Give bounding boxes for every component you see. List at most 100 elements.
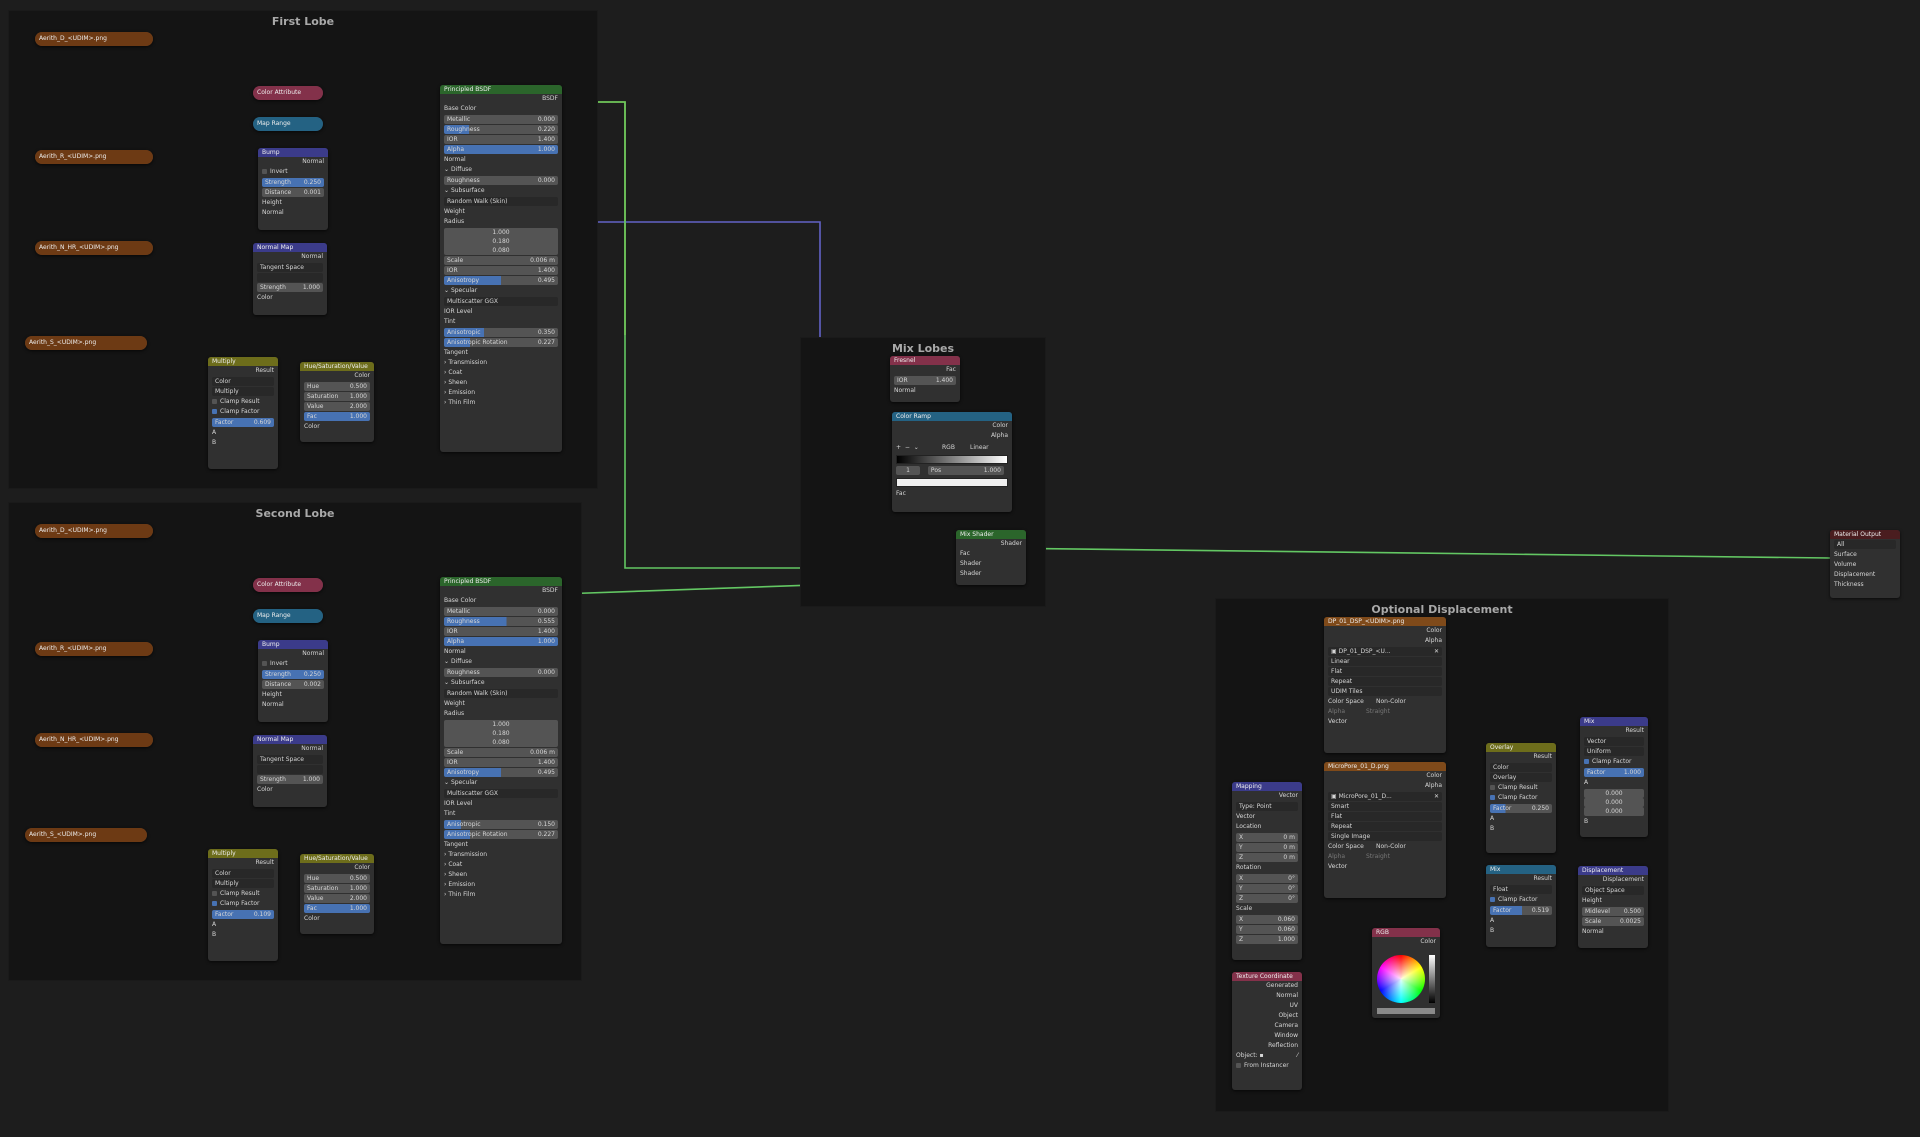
map-range-node[interactable]: Map Range — [253, 117, 323, 131]
clamp-result-checkbox[interactable]: Clamp Result — [208, 889, 278, 899]
displacement-node[interactable]: Displacement Displacement Object Space H… — [1578, 866, 1648, 948]
radius-x-field[interactable]: 1.000 — [444, 720, 558, 729]
ior-field[interactable]: IOR 1.400 — [444, 135, 558, 144]
source-dropdown[interactable]: UDIM Tiles — [1328, 687, 1442, 696]
image-texture-node-r[interactable]: Aerith_R_<UDIM>.png — [35, 150, 153, 164]
factor-field[interactable]: Factor 0.109 — [212, 910, 274, 919]
remove-icon[interactable]: − — [905, 444, 910, 451]
projection-dropdown[interactable]: Flat — [1328, 812, 1442, 821]
panel-thin-film[interactable]: › Thin Film — [440, 890, 562, 900]
normal-map-node[interactable]: Normal Map Normal Tangent Space Strength… — [253, 243, 327, 315]
fac-field[interactable]: Fac 1.000 — [304, 412, 370, 421]
location-x-field[interactable]: X 0 m — [1236, 833, 1298, 842]
close-icon[interactable]: ✕ — [1434, 792, 1439, 801]
hue-saturation-value-node[interactable]: Hue/Saturation/Value Color Hue 0.500 Satu… — [300, 854, 374, 934]
anisotropic-field[interactable]: Anisotropic 0.350 — [444, 328, 558, 337]
hue-field[interactable]: Hue 0.500 — [304, 874, 370, 883]
blend-dropdown[interactable]: Multiply — [212, 387, 274, 396]
image-texture-node-s[interactable]: Aerith_S_<UDIM>.png — [25, 336, 147, 350]
multiply-node[interactable]: Multiply Result Color Multiply Clamp Res… — [208, 849, 278, 961]
close-icon[interactable]: ✕ — [1434, 647, 1439, 656]
vector-y-field[interactable]: 0.000 — [1584, 798, 1644, 807]
panel-diffuse[interactable]: ⌄ Diffuse — [440, 657, 562, 667]
factor-field[interactable]: Factor 0.250 — [1490, 804, 1552, 813]
image-texture-node-displacement[interactable]: DP_01_DSP_<UDIM>.png Color Alpha ▣ DP_01… — [1324, 617, 1446, 753]
blend-dropdown[interactable]: Overlay — [1490, 773, 1552, 782]
ior-field[interactable]: IOR 1.400 — [444, 627, 558, 636]
texture-coordinate-node[interactable]: Texture Coordinate Generated Normal UV O… — [1232, 972, 1302, 1090]
type-dropdown[interactable]: Color — [212, 377, 274, 386]
panel-transmission[interactable]: › Transmission — [440, 850, 562, 860]
mix-shader-node[interactable]: Mix Shader Shader Fac Shader Shader — [956, 530, 1026, 585]
image-selector[interactable]: ▣ MicroPore_01_D... ✕ — [1328, 792, 1442, 801]
rgb-node[interactable]: RGB Color — [1372, 928, 1440, 1018]
image-texture-node-micropore[interactable]: MicroPore_01_D.png Color Alpha ▣ MicroPo… — [1324, 762, 1446, 898]
interpolation-dropdown[interactable]: Smart — [1328, 802, 1442, 811]
hue-saturation-value-node[interactable]: Hue/Saturation/Value Color Hue 0.500 Satu… — [300, 362, 374, 442]
color-mode-dropdown[interactable]: RGB — [942, 443, 955, 453]
subsurface-ior-field[interactable]: IOR 1.400 — [444, 266, 558, 275]
ior-field[interactable]: IOR 1.400 — [894, 376, 956, 385]
normal-map-node[interactable]: Normal Map Normal Tangent Space Strength… — [253, 735, 327, 807]
color-attribute-node[interactable]: Color Attribute — [253, 86, 323, 100]
color-swatch[interactable] — [1377, 1008, 1435, 1014]
mix-float-node[interactable]: Mix Result Float Clamp Factor Factor 0.51… — [1486, 865, 1556, 947]
distribution-dropdown[interactable]: Multiscatter GGX — [444, 297, 558, 306]
stop-position-field[interactable]: Pos 1.000 — [927, 466, 1004, 475]
type-dropdown[interactable]: Color — [212, 869, 274, 878]
panel-sheen[interactable]: › Sheen — [440, 870, 562, 880]
roughness-field[interactable]: Roughness 0.220 — [444, 125, 558, 134]
vector-x-field[interactable]: 0.000 — [1584, 789, 1644, 798]
scale-field[interactable]: Scale 0.006 m — [444, 748, 558, 757]
chevron-down-icon[interactable]: ⌄ — [914, 444, 919, 451]
material-output-node[interactable]: Material Output All Surface Volume Displ… — [1830, 530, 1900, 598]
type-dropdown[interactable]: Vector — [1584, 737, 1644, 746]
clamp-factor-checkbox[interactable]: Clamp Factor — [1486, 895, 1556, 905]
anisotropic-rotation-field[interactable]: Anisotropic Rotation 0.227 — [444, 338, 558, 347]
radius-x-field[interactable]: 1.000 — [444, 228, 558, 237]
saturation-field[interactable]: Saturation 1.000 — [304, 884, 370, 893]
image-texture-node-d[interactable]: Aerith_D_<UDIM>.png — [35, 524, 153, 538]
image-texture-node-s[interactable]: Aerith_S_<UDIM>.png — [25, 828, 147, 842]
invert-checkbox[interactable]: Invert — [258, 167, 328, 177]
panel-coat[interactable]: › Coat — [440, 368, 562, 378]
color-ramp-node[interactable]: Color Ramp Color Alpha + − ⌄ RGB Linear … — [892, 412, 1012, 512]
panel-diffuse[interactable]: ⌄ Diffuse — [440, 165, 562, 175]
multiply-node[interactable]: Multiply Result Color Multiply Clamp Res… — [208, 357, 278, 469]
panel-emission[interactable]: › Emission — [440, 388, 562, 398]
image-texture-node-n[interactable]: Aerith_N_HR_<UDIM>.png — [35, 241, 153, 255]
panel-specular[interactable]: ⌄ Specular — [440, 778, 562, 788]
distance-field[interactable]: Distance 0.002 — [262, 680, 324, 689]
value-field[interactable]: Value 2.000 — [304, 894, 370, 903]
bump-node[interactable]: Bump Normal Invert Strength 0.250 Distanc… — [258, 148, 328, 230]
saturation-field[interactable]: Saturation 1.000 — [304, 392, 370, 401]
color-attribute-node[interactable]: Color Attribute — [253, 578, 323, 592]
color-space-row[interactable]: Color Space Non-Color — [1324, 842, 1446, 852]
projection-dropdown[interactable]: Flat — [1328, 667, 1442, 676]
metallic-field[interactable]: Metallic 0.000 — [444, 115, 558, 124]
clamp-factor-checkbox[interactable]: Clamp Factor — [1580, 757, 1648, 767]
scale-y-field[interactable]: Y 0.060 — [1236, 925, 1298, 934]
type-dropdown[interactable]: Float — [1490, 885, 1552, 894]
principled-bsdf-node[interactable]: Principled BSDF BSDF Base Color Metallic… — [440, 577, 562, 944]
anisotropy-field[interactable]: Anisotropy 0.495 — [444, 276, 558, 285]
interpolation-dropdown[interactable]: Linear — [1328, 657, 1442, 666]
rotation-y-field[interactable]: Y 0° — [1236, 884, 1298, 893]
location-y-field[interactable]: Y 0 m — [1236, 843, 1298, 852]
overlay-mix-node[interactable]: Overlay Result Color Overlay Clamp Resul… — [1486, 743, 1556, 853]
mix-vector-node[interactable]: Mix Result Vector Uniform Clamp Factor F… — [1580, 717, 1648, 837]
blend-dropdown[interactable]: Multiply — [212, 879, 274, 888]
space-dropdown[interactable]: Tangent Space — [257, 755, 323, 764]
hue-field[interactable]: Hue 0.500 — [304, 382, 370, 391]
clamp-factor-checkbox[interactable]: Clamp Factor — [208, 899, 278, 909]
diffuse-roughness-field[interactable]: Roughness 0.000 — [444, 176, 558, 185]
subsurface-method-dropdown[interactable]: Random Walk (Skin) — [444, 689, 558, 698]
factor-field[interactable]: Factor 1.000 — [1584, 768, 1644, 777]
panel-thin-film[interactable]: › Thin Film — [440, 398, 562, 408]
factor-mode-dropdown[interactable]: Uniform — [1584, 747, 1644, 756]
type-dropdown[interactable]: Type: Point — [1236, 802, 1298, 811]
subsurface-method-dropdown[interactable]: Random Walk (Skin) — [444, 197, 558, 206]
clamp-factor-checkbox[interactable]: Clamp Factor — [1486, 793, 1556, 803]
value-field[interactable]: Value 2.000 — [304, 402, 370, 411]
subsurface-ior-field[interactable]: IOR 1.400 — [444, 758, 558, 767]
